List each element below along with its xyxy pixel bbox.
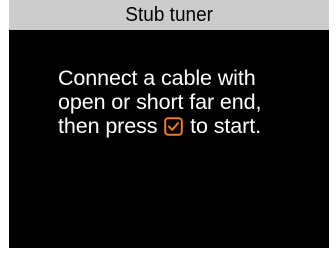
instruction-line-2: open or short far end, [58,90,262,114]
instruction-line-3-before: then press [58,114,158,138]
title-bar: Stub tuner [9,0,329,30]
instruction-message: Connect a cable with open or short far e… [58,66,326,138]
checkbox-check-icon[interactable] [164,117,184,136]
instruction-line-3-after: to start. [190,114,261,138]
instruction-line-1: Connect a cable with [58,66,256,90]
instruction-line-3: then press to start. [58,114,326,138]
device-screen: Stub tuner Connect a cable with open or … [9,0,329,248]
screen-title: Stub tuner [125,4,213,26]
